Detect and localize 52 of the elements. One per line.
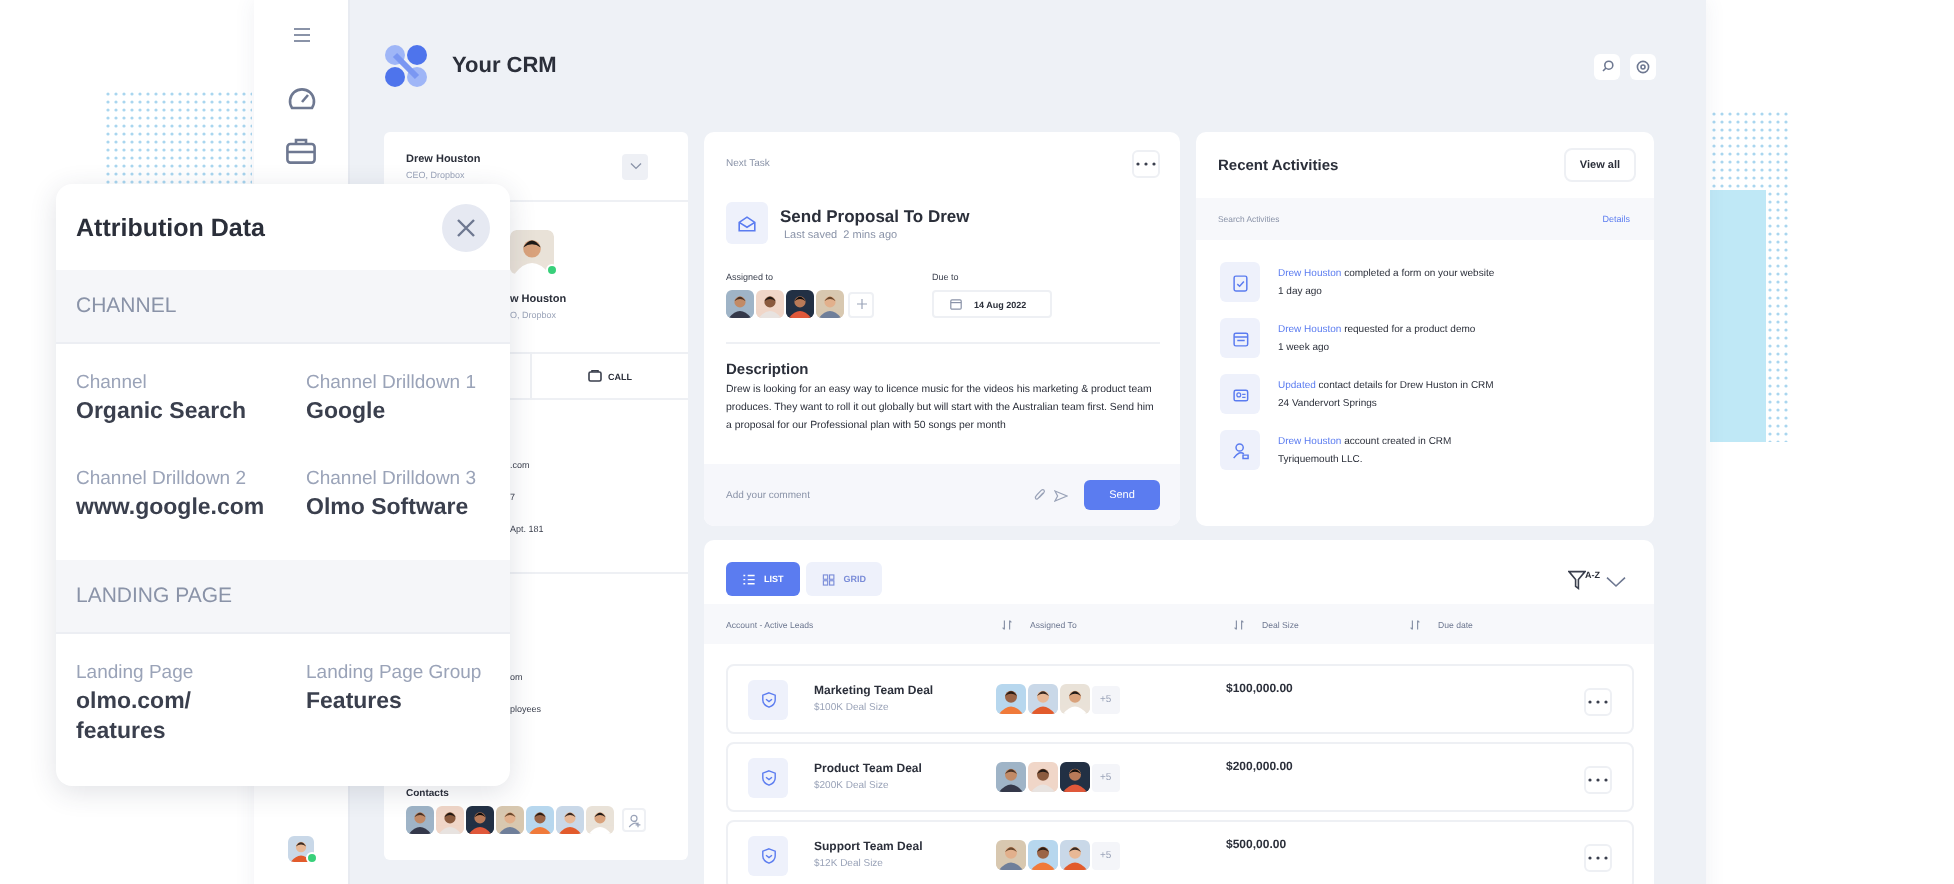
sort-icon[interactable]: [1234, 619, 1244, 629]
dashboard-icon[interactable]: [287, 86, 315, 110]
sort-icon[interactable]: [1002, 619, 1012, 629]
field-value: Google: [306, 398, 388, 428]
logo-icon: [384, 44, 428, 88]
field-value: Features: [306, 688, 404, 718]
user-icon: [1231, 441, 1249, 459]
field-value: Olmo Software: [306, 494, 471, 524]
send-icon[interactable]: [1054, 489, 1068, 501]
app-title: Your CRM: [452, 54, 557, 78]
list-icon[interactable]: [742, 573, 756, 585]
add-contact-button[interactable]: [622, 808, 646, 832]
add-button[interactable]: [848, 291, 874, 317]
field-label: Channel Drilldown 3: [306, 468, 479, 490]
envelope-icon: [738, 215, 756, 231]
settings-button[interactable]: [1630, 53, 1656, 79]
field-value: Organic Search: [76, 398, 249, 428]
task-title: Send Proposal To Drew: [780, 205, 970, 225]
sort-icon[interactable]: [1410, 619, 1420, 629]
id-card-icon: [1231, 385, 1249, 403]
calendar-icon: [1231, 329, 1249, 347]
paperclip-icon[interactable]: [1034, 488, 1046, 502]
filter-icon[interactable]: [1567, 569, 1585, 589]
field-label: Landing Page: [76, 662, 196, 684]
chevron-down-icon[interactable]: [1606, 575, 1626, 587]
search-button[interactable]: [1594, 53, 1620, 79]
close-icon[interactable]: [456, 217, 476, 237]
settings-icon[interactable]: [1636, 59, 1650, 73]
menu-icon[interactable]: [293, 28, 309, 42]
field-label: Landing Page Group: [306, 662, 484, 684]
shield-icon: [761, 769, 775, 785]
field-label: Channel: [76, 372, 149, 394]
shield-icon: [761, 691, 775, 707]
field-value: www.google.com: [76, 494, 267, 524]
field-label: Channel Drilldown 1: [306, 372, 479, 394]
calendar-icon: [950, 298, 962, 310]
field-label: Channel Drilldown 2: [76, 468, 249, 490]
add-person-icon[interactable]: [627, 813, 641, 827]
section-header: CHANNEL: [56, 270, 510, 344]
briefcase-icon[interactable]: [286, 138, 316, 164]
chevron-down-icon[interactable]: [629, 162, 641, 170]
plus-icon[interactable]: [855, 298, 867, 310]
dropdown-button[interactable]: [622, 153, 648, 179]
search-icon[interactable]: [1601, 60, 1613, 72]
close-button[interactable]: [442, 203, 490, 251]
phone-icon[interactable]: [588, 370, 602, 382]
shield-icon: [761, 847, 775, 863]
panel-title: Attribution Data: [76, 213, 265, 241]
checklist-icon: [1231, 273, 1249, 291]
grid-icon[interactable]: [821, 573, 836, 585]
section-header: LANDING PAGE: [56, 560, 510, 634]
field-value: olmo.com/ features: [76, 688, 194, 748]
